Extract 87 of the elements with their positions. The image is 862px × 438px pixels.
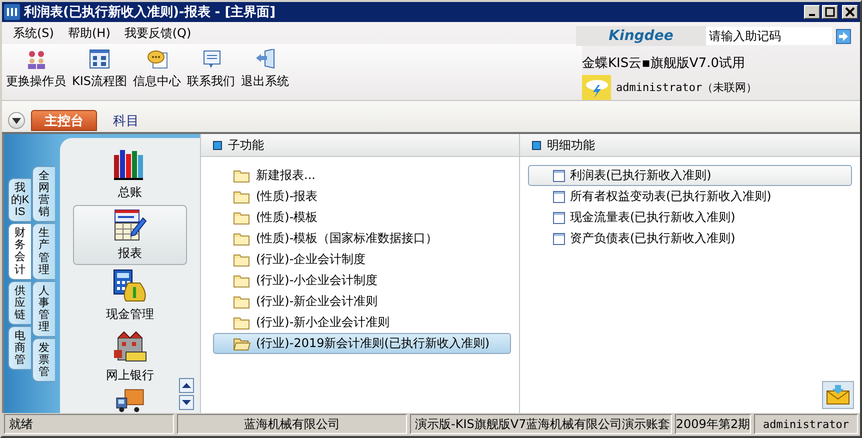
list-item[interactable]: 资产负债表(已执行新收入准则) xyxy=(528,228,852,249)
list-item[interactable]: 新建报表... xyxy=(213,165,511,186)
list-item[interactable]: (行业)-新小企业会计准则 xyxy=(213,312,511,333)
side-tab[interactable]: 全网营销 xyxy=(32,166,55,222)
toolbar-button[interactable]: 联系我们 xyxy=(187,49,236,100)
list-item[interactable]: (行业)-2019新会计准则(已执行新收入准则) xyxy=(213,333,511,354)
brand-logo: Kingdee xyxy=(576,26,706,46)
minimize-icon xyxy=(809,14,815,16)
search-field[interactable]: 请输入助记码 xyxy=(706,27,832,45)
list-item[interactable]: 所有者权益变动表(已执行新收入准则) xyxy=(528,186,852,207)
square-bullet-icon xyxy=(532,140,541,150)
list-item[interactable]: (行业)-小企业会计制度 xyxy=(213,270,511,291)
folder-icon xyxy=(233,274,251,288)
list-item[interactable]: (性质)-模板（国家标准数据接口） xyxy=(213,228,511,249)
window-title: 利润表(已执行新收入准则)-报表 - [主界面] xyxy=(24,4,277,21)
list-item[interactable]: (性质)-报表 xyxy=(213,186,511,207)
mail-button[interactable] xyxy=(822,381,854,409)
minimize-button[interactable] xyxy=(804,5,820,19)
document-icon xyxy=(553,212,565,224)
report-pen-icon xyxy=(112,208,148,242)
toolbar-button[interactable]: 更换操作员 xyxy=(6,49,66,100)
caret-icon xyxy=(12,118,21,124)
close-button[interactable] xyxy=(842,5,858,19)
document-icon xyxy=(553,232,565,244)
exit-door-icon xyxy=(254,49,276,70)
side-tab[interactable]: 生产管理 xyxy=(32,223,55,280)
message-icon xyxy=(200,49,222,70)
square-bullet-icon xyxy=(213,140,222,150)
module-button[interactable]: 网上银行 xyxy=(101,327,159,387)
toolbar-button[interactable]: 退出系统 xyxy=(241,49,290,100)
flowchart-icon xyxy=(89,49,110,70)
chat-bubble-icon xyxy=(146,49,168,70)
side-tab[interactable]: 人事管理 xyxy=(32,280,55,338)
cloud-lightning-icon xyxy=(582,75,611,100)
module-button[interactable]: 现金管理 xyxy=(101,266,159,326)
document-icon xyxy=(553,190,565,202)
status-text: 就绪 xyxy=(4,414,174,434)
module-button[interactable]: 总账 xyxy=(107,144,153,204)
status-text: 2009年第2期 xyxy=(675,414,751,434)
folder-icon xyxy=(233,316,251,330)
calculator-money-icon xyxy=(112,269,148,303)
folder-icon xyxy=(233,294,251,308)
menu-item[interactable]: 我要反馈(Q) xyxy=(124,24,192,42)
status-text: 演示版-KIS旗舰版V7蓝海机械有限公司演示账套 xyxy=(410,414,672,434)
status-text: administrator xyxy=(754,414,858,434)
list-item[interactable]: 现金流量表(已执行新收入准则) xyxy=(528,207,852,228)
list-item[interactable]: 利润表(已执行新收入准则) xyxy=(528,165,852,186)
side-tab[interactable]: 财务会计 xyxy=(8,223,31,280)
caret-up-icon xyxy=(182,383,191,388)
toolbar-button[interactable]: 信息中心 xyxy=(133,49,182,100)
side-tab[interactable]: 供应链 xyxy=(8,280,31,325)
folder-icon xyxy=(233,252,251,266)
list-item[interactable]: (性质)-模板 xyxy=(213,207,511,228)
panel-title: 子功能 xyxy=(228,136,264,154)
caret-down-icon xyxy=(182,400,191,405)
close-icon xyxy=(845,7,855,17)
folder-icon xyxy=(233,232,251,246)
list-item[interactable]: (行业)-企业会计制度 xyxy=(213,249,511,270)
maximize-button[interactable] xyxy=(822,5,838,19)
side-tab[interactable]: 电商管 xyxy=(8,326,31,370)
status-text: 蓝海机械有限公司 xyxy=(177,414,407,434)
user-status: administrator（未联网） xyxy=(616,80,758,95)
menu-item[interactable]: 帮助(H) xyxy=(68,24,110,42)
scroll-up-button[interactable] xyxy=(179,378,194,393)
folder-icon xyxy=(233,168,251,182)
open-folder-icon xyxy=(233,336,251,350)
document-icon xyxy=(553,170,565,182)
menu-item[interactable]: 系统(S) xyxy=(13,24,54,42)
envelope-icon xyxy=(826,385,850,405)
scroll-down-button[interactable] xyxy=(179,395,194,410)
people-icon xyxy=(26,49,46,70)
tab[interactable]: 科目 xyxy=(103,110,149,131)
folder-icon xyxy=(233,190,251,204)
folder-icon xyxy=(233,210,251,224)
app-logo-icon xyxy=(4,4,20,20)
dropdown-button[interactable] xyxy=(8,112,25,129)
arrow-right-icon xyxy=(838,30,849,42)
product-name: 金蝶KIS云▪旗舰版V7.0试用 xyxy=(582,55,746,72)
module-button[interactable]: 报表 xyxy=(73,205,187,265)
list-item[interactable]: (行业)-新企业会计准则 xyxy=(213,291,511,312)
side-tab[interactable]: 发票管 xyxy=(32,338,55,382)
toolbar-button[interactable]: KIS流程图 xyxy=(72,49,128,100)
side-tab[interactable]: 我的KIS xyxy=(8,178,31,222)
go-button[interactable] xyxy=(836,28,851,44)
bank-building-icon xyxy=(112,330,148,364)
maximize-icon xyxy=(825,7,835,17)
panel-title: 明细功能 xyxy=(547,136,595,154)
